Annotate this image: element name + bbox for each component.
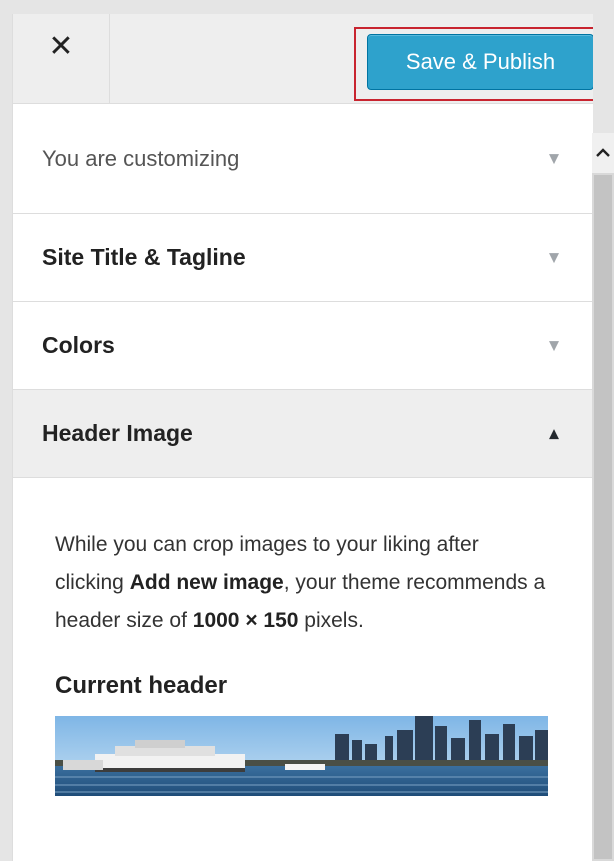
desc-text: pixels. bbox=[298, 609, 364, 632]
section-site-title-tagline[interactable]: Site Title & Tagline ▼ bbox=[13, 214, 593, 302]
customizer-panel: ✕ You are customizing ▼ Site Title & Tag… bbox=[12, 14, 593, 861]
current-header-image bbox=[55, 716, 548, 796]
section-label: Header Image bbox=[42, 420, 193, 446]
scroll-up-button[interactable] bbox=[592, 133, 614, 173]
header-image-description: While you can crop images to your liking… bbox=[55, 526, 551, 640]
close-button[interactable]: ✕ bbox=[13, 14, 110, 103]
section-colors[interactable]: Colors ▼ bbox=[13, 302, 593, 390]
chevron-up-icon: ▲ bbox=[549, 426, 559, 441]
chevron-down-icon: ▼ bbox=[549, 151, 559, 166]
header-size-text: 1000 × 150 bbox=[192, 609, 299, 632]
add-new-image-text: Add new image bbox=[129, 571, 284, 594]
scrollbar-thumb[interactable] bbox=[594, 175, 612, 859]
section-label: You are customizing bbox=[42, 145, 240, 171]
section-you-are-customizing[interactable]: You are customizing ▼ bbox=[13, 104, 593, 214]
current-header-title: Current header bbox=[55, 672, 228, 699]
close-icon: ✕ bbox=[48, 29, 74, 64]
section-label: Site Title & Tagline bbox=[42, 244, 246, 270]
section-label: Colors bbox=[42, 332, 115, 358]
chevron-up-icon bbox=[596, 148, 610, 157]
section-header-image[interactable]: Header Image ▲ bbox=[13, 390, 593, 478]
sections-list: You are customizing ▼ Site Title & Tagli… bbox=[13, 104, 593, 861]
chevron-down-icon: ▼ bbox=[549, 338, 559, 353]
chevron-down-icon: ▼ bbox=[549, 250, 559, 265]
header-image-content: While you can crop images to your liking… bbox=[13, 478, 593, 861]
save-publish-button[interactable]: Save & Publish bbox=[367, 34, 593, 90]
panel-scrollbar[interactable] bbox=[592, 133, 614, 861]
